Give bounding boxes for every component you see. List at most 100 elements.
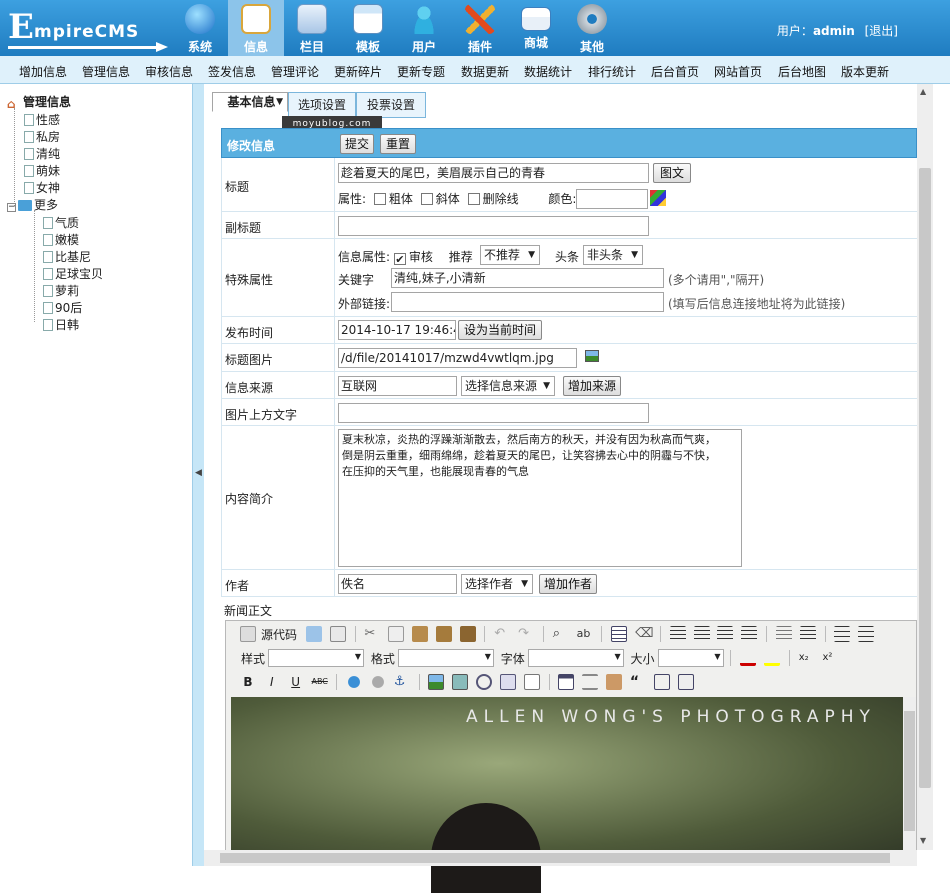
- collapse-icon[interactable]: −: [7, 203, 16, 212]
- align-left-icon[interactable]: [669, 626, 686, 642]
- sidebar-splitter[interactable]: ◀: [192, 84, 204, 866]
- menu-update-fragments[interactable]: 更新碎片: [334, 63, 382, 80]
- align-center-icon[interactable]: [693, 626, 710, 642]
- align-right-icon[interactable]: [717, 626, 734, 642]
- set-now-button[interactable]: 设为当前时间: [458, 320, 542, 340]
- tree-subitem[interactable]: 90后: [43, 299, 82, 316]
- paste-word-icon[interactable]: [459, 626, 476, 642]
- save-icon[interactable]: [305, 626, 322, 642]
- code-icon[interactable]: [677, 674, 694, 690]
- menu-update-topics[interactable]: 更新专题: [397, 63, 445, 80]
- submit-button[interactable]: 提交: [340, 134, 374, 154]
- special-char-icon[interactable]: [606, 674, 623, 690]
- scroll-down-icon[interactable]: ▼: [920, 836, 926, 845]
- source-code-button[interactable]: 源代码: [261, 628, 297, 642]
- find-icon[interactable]: ⌕: [553, 626, 569, 642]
- redo-icon[interactable]: ↷: [518, 626, 534, 642]
- replace-icon[interactable]: ab: [577, 626, 593, 642]
- select-all-icon[interactable]: [611, 626, 628, 642]
- copy-icon[interactable]: [388, 626, 405, 642]
- collapse-arrow-icon[interactable]: ◀: [195, 468, 202, 478]
- iframe-icon[interactable]: [653, 674, 670, 690]
- unlink-icon[interactable]: [369, 674, 386, 690]
- bg-color-icon[interactable]: [764, 650, 781, 666]
- strike-checkbox[interactable]: [467, 193, 480, 205]
- keywords-input[interactable]: 清纯,妹子,小清新: [391, 268, 664, 288]
- recommend-select[interactable]: 不推荐: [480, 245, 540, 265]
- logout-link[interactable]: [退出]: [865, 24, 898, 38]
- italic-icon[interactable]: I: [264, 674, 280, 690]
- tab-basic-info[interactable]: 基本信息: [212, 92, 288, 112]
- media-icon[interactable]: [476, 674, 493, 690]
- nav-template[interactable]: 模板: [340, 0, 396, 56]
- paste-text-icon[interactable]: [435, 626, 452, 642]
- subscript-icon[interactable]: x₂: [799, 650, 815, 666]
- preview-icon[interactable]: [329, 626, 346, 642]
- italic-checkbox[interactable]: [420, 193, 433, 205]
- menu-data-stats[interactable]: 数据统计: [524, 63, 572, 80]
- font-select[interactable]: [527, 649, 624, 667]
- paste-icon[interactable]: [411, 626, 428, 642]
- titlepic-input[interactable]: /d/file/20141017/mzwd4vwtlqm.jpg: [338, 348, 577, 368]
- menu-admin-map[interactable]: 后台地图: [778, 63, 826, 80]
- tree-root[interactable]: ⌂ 管理信息: [7, 93, 71, 110]
- tree-subitem[interactable]: 足球宝贝: [43, 265, 103, 282]
- color-picker-icon[interactable]: [650, 190, 666, 206]
- strikethrough-icon[interactable]: ABC: [311, 674, 327, 690]
- numbered-list-icon[interactable]: [834, 626, 851, 642]
- add-source-button[interactable]: 增加来源: [563, 376, 621, 396]
- flash-icon[interactable]: [452, 674, 469, 690]
- title-input[interactable]: 趁着夏天的尾巴，美眉展示自己的青春: [338, 163, 649, 183]
- reset-button[interactable]: 重置: [380, 134, 416, 154]
- menu-site-home[interactable]: 网站首页: [714, 63, 762, 80]
- menu-rank-stats[interactable]: 排行统计: [588, 63, 636, 80]
- image-icon[interactable]: [428, 674, 445, 690]
- menu-version-update[interactable]: 版本更新: [841, 63, 889, 80]
- quote-icon[interactable]: “: [630, 674, 646, 690]
- tree-item-xinggan[interactable]: 性感: [24, 111, 60, 128]
- tab-options[interactable]: 选项设置: [288, 92, 356, 118]
- tree-subitem[interactable]: 嫩模: [43, 231, 79, 248]
- anchor-icon[interactable]: ⚓: [394, 674, 410, 690]
- menu-manage-comments[interactable]: 管理评论: [271, 63, 319, 80]
- bold-checkbox[interactable]: [373, 193, 386, 205]
- subtitle-input[interactable]: [338, 216, 649, 236]
- bulleted-list-icon[interactable]: [858, 626, 875, 642]
- headline-select[interactable]: 非头条: [583, 245, 643, 265]
- nav-user[interactable]: 用户: [396, 0, 452, 56]
- menu-data-update[interactable]: 数据更新: [461, 63, 509, 80]
- underline-icon[interactable]: U: [288, 674, 304, 690]
- add-author-button[interactable]: 增加作者: [539, 574, 597, 594]
- author-select[interactable]: 选择作者: [461, 574, 533, 594]
- file-icon[interactable]: [499, 674, 516, 690]
- horizontal-rule-icon[interactable]: [582, 674, 599, 690]
- tree-subitem[interactable]: 气质: [43, 214, 79, 231]
- tree-subitem[interactable]: 日韩: [43, 316, 79, 333]
- pubtime-input[interactable]: 2014-10-17 19:46:49: [338, 320, 456, 340]
- source-code-icon[interactable]: [240, 626, 256, 642]
- size-select[interactable]: [657, 649, 724, 667]
- menu-manage-info[interactable]: 管理信息: [82, 63, 130, 80]
- cut-icon[interactable]: ✂: [364, 626, 380, 642]
- editor-scrollbar[interactable]: [903, 697, 916, 863]
- nav-plugin[interactable]: 插件: [452, 0, 508, 56]
- outdent-icon[interactable]: [775, 626, 792, 642]
- eraser-icon[interactable]: ⌫: [635, 626, 653, 642]
- source-select[interactable]: 选择信息来源: [461, 376, 555, 396]
- menu-add-info[interactable]: 增加信息: [19, 63, 67, 80]
- scroll-up-icon[interactable]: ▲: [920, 87, 926, 96]
- indent-icon[interactable]: [799, 626, 816, 642]
- menu-admin-home[interactable]: 后台首页: [651, 63, 699, 80]
- undo-icon[interactable]: ↶: [494, 626, 510, 642]
- tree-item-mengmei[interactable]: 萌妹: [24, 162, 60, 179]
- bold-icon[interactable]: B: [240, 674, 256, 690]
- page-break-icon[interactable]: [523, 674, 540, 690]
- tab-vote[interactable]: 投票设置: [356, 92, 426, 118]
- page-vertical-scrollbar[interactable]: ▲ ▼: [917, 84, 933, 850]
- style-select[interactable]: [268, 649, 365, 667]
- menu-sign-info[interactable]: 签发信息: [208, 63, 256, 80]
- extlink-input[interactable]: [391, 292, 664, 312]
- menu-audit-info[interactable]: 审核信息: [145, 63, 193, 80]
- image-text-button[interactable]: 图文: [653, 163, 691, 183]
- author-input[interactable]: 佚名: [338, 574, 457, 594]
